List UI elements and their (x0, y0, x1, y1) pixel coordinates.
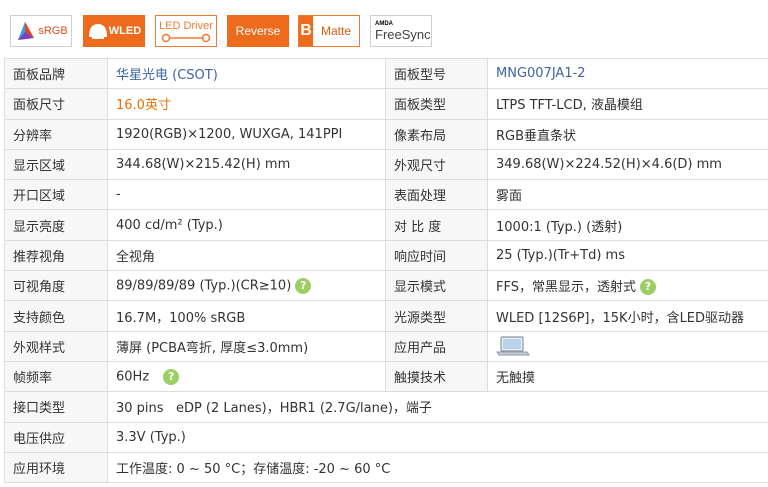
spec-value: 全视角 (107, 239, 386, 272)
freesync-badge: AMDA FreeSync (370, 15, 432, 47)
spec-value: 400 cd/m² (Typ.) (107, 209, 386, 241)
spec-value: 16.7M，100% sRGB (107, 300, 386, 332)
table-row: 开口区域 - 表面处理 雾面 (4, 179, 768, 211)
display-mode-cell: FFS，常黑显示，透射式? (487, 270, 768, 302)
matte-mark: B (299, 16, 313, 46)
spec-value: 雾面 (487, 179, 768, 211)
panel-size-value[interactable]: 16.0英寸 (107, 88, 386, 120)
spec-label: 面板品牌 (4, 57, 108, 90)
spec-value: 无触摸 (487, 360, 768, 393)
table-row: 帧频率 60Hz? 触摸技术 无触摸 (4, 360, 768, 393)
frame-rate-cell: 60Hz? (107, 360, 386, 393)
help-icon[interactable]: ? (295, 277, 312, 294)
application-product-cell (487, 330, 768, 362)
spec-value: 1920(RGB)×1200, WUXGA, 141PPI (107, 118, 386, 150)
spec-value: 349.68(W)×224.52(H)×4.6(D) mm (487, 148, 768, 181)
driver-circuit-icon (161, 33, 211, 42)
spec-value: 30 pins eDP (2 Lanes)，HBR1 (2.7G/lane)，端… (107, 391, 768, 423)
panel-model-link[interactable]: MNG007JA1-2 (487, 57, 768, 90)
spec-label: 面板类型 (385, 88, 488, 120)
reverse-label: Reverse (235, 24, 281, 38)
matte-badge: B Matte (298, 15, 360, 47)
spec-label: 外观样式 (4, 330, 108, 362)
spec-value: LTPS TFT-LCD, 液晶模组 (487, 88, 768, 120)
feature-badges: sRGB WLED LED Driver Reverse B Matte AMD… (0, 0, 768, 55)
spec-value: 1000:1 (Typ.) (透射) (487, 209, 768, 241)
srgb-label: sRGB (38, 25, 68, 37)
led-bulb-icon (88, 24, 107, 39)
table-row: 支持颜色 16.7M，100% sRGB 光源类型 WLED [12S6P]，1… (4, 300, 768, 332)
spec-value: 薄屏 (PCBA弯折, 厚度≤3.0mm) (107, 330, 386, 362)
table-row: 面板品牌 华星光电 (CSOT) 面板型号 MNG007JA1-2 (4, 57, 768, 90)
table-row: 电压供应 3.3V (Typ.) (4, 421, 768, 453)
spec-label: 面板型号 (385, 57, 488, 90)
spec-value: 25 (Typ.)(Tr+Td) ms (487, 239, 768, 272)
spec-value: 工作温度: 0 ~ 50 °C；存储温度: -20 ~ 60 °C (107, 451, 768, 484)
spec-label: 像素布局 (385, 118, 488, 150)
spec-label: 响应时间 (385, 239, 488, 272)
spec-label: 开口区域 (4, 179, 108, 211)
spec-label: 光源类型 (385, 300, 488, 332)
spec-table: 面板品牌 华星光电 (CSOT) 面板型号 MNG007JA1-2 面板尺寸 1… (4, 57, 768, 484)
reverse-badge: Reverse (227, 15, 289, 47)
wled-badge: WLED (83, 15, 145, 47)
spec-value: 3.3V (Typ.) (107, 421, 768, 453)
help-icon[interactable]: ? (639, 279, 656, 296)
led-driver-badge: LED Driver (155, 15, 217, 47)
spec-label: 支持颜色 (4, 300, 108, 332)
spec-label: 分辨率 (4, 118, 108, 150)
table-row: 接口类型 30 pins eDP (2 Lanes)，HBR1 (2.7G/la… (4, 391, 768, 423)
spec-label: 接口类型 (4, 391, 108, 423)
help-icon[interactable]: ? (163, 368, 180, 385)
table-row: 应用环境 工作温度: 0 ~ 50 °C；存储温度: -20 ~ 60 °C (4, 451, 768, 484)
panel-brand-link[interactable]: 华星光电 (CSOT) (107, 57, 386, 90)
spec-label: 触摸技术 (385, 360, 488, 393)
spec-label: 外观尺寸 (385, 148, 488, 181)
table-row: 外观样式 薄屏 (PCBA弯折, 厚度≤3.0mm) 应用产品 (4, 330, 768, 362)
spec-label: 帧频率 (4, 360, 108, 393)
spec-label: 推荐视角 (4, 239, 108, 272)
spec-value: 89/89/89/89 (Typ.)(CR≥10) (116, 278, 292, 294)
table-row: 面板尺寸 16.0英寸 面板类型 LTPS TFT-LCD, 液晶模组 (4, 88, 768, 120)
table-row: 推荐视角 全视角 响应时间 25 (Typ.)(Tr+Td) ms (4, 239, 768, 272)
spec-label: 电压供应 (4, 421, 108, 453)
spec-label: 应用环境 (4, 451, 108, 484)
color-gamut-icon (18, 22, 35, 40)
spec-label: 显示模式 (385, 270, 488, 302)
viewing-angle-cell: 89/89/89/89 (Typ.)(CR≥10)? (107, 270, 386, 302)
table-row: 显示区域 344.68(W)×215.42(H) mm 外观尺寸 349.68(… (4, 148, 768, 181)
spec-label: 面板尺寸 (4, 88, 108, 120)
wled-label: WLED (108, 25, 142, 37)
laptop-icon[interactable] (496, 335, 530, 357)
spec-value: FFS，常黑显示，透射式 (496, 279, 636, 295)
led-driver-label: LED Driver (159, 19, 213, 32)
table-row: 可视角度 89/89/89/89 (Typ.)(CR≥10)? 显示模式 FFS… (4, 270, 768, 302)
spec-value: - (107, 179, 386, 211)
srgb-badge: sRGB (10, 15, 72, 47)
spec-value: 344.68(W)×215.42(H) mm (107, 148, 386, 181)
spec-label: 应用产品 (385, 330, 488, 362)
spec-label: 表面处理 (385, 179, 488, 211)
freesync-label: FreeSync (375, 27, 431, 42)
spec-value: WLED [12S6P]，15K小时，含LED驱动器 (487, 300, 768, 332)
spec-label: 可视角度 (4, 270, 108, 302)
spec-value: RGB垂直条状 (487, 118, 768, 150)
spec-label: 对 比 度 (385, 209, 488, 241)
spec-label: 显示亮度 (4, 209, 108, 241)
spec-label: 显示区域 (4, 148, 108, 181)
table-row: 分辨率 1920(RGB)×1200, WUXGA, 141PPI 像素布局 R… (4, 118, 768, 150)
spec-value: 60Hz (116, 369, 150, 385)
table-row: 显示亮度 400 cd/m² (Typ.) 对 比 度 1000:1 (Typ.… (4, 209, 768, 241)
matte-label: Matte (320, 24, 351, 38)
